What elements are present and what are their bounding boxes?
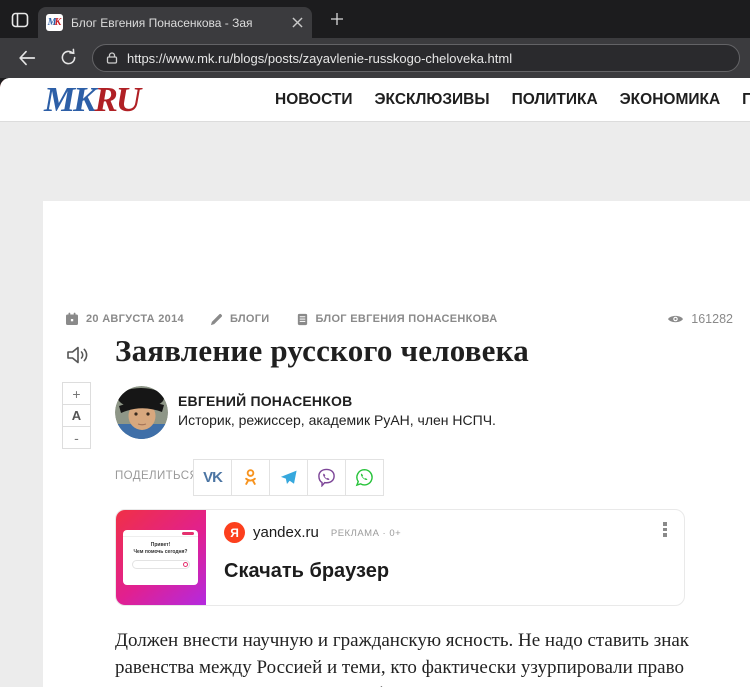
ad-widget-line2: Чем помочь сегодня? bbox=[133, 549, 188, 555]
share-vk-button[interactable]: VK bbox=[193, 459, 232, 496]
address-bar[interactable]: https://www.mk.ru/blogs/posts/zayavlenie… bbox=[92, 44, 740, 72]
tab-title-fade bbox=[264, 7, 288, 38]
new-tab-icon[interactable] bbox=[330, 12, 344, 26]
eye-icon bbox=[668, 315, 684, 323]
mkru-logo[interactable]: MKRU bbox=[44, 80, 141, 120]
nav-item-cut[interactable]: П bbox=[742, 91, 750, 109]
back-icon[interactable] bbox=[16, 47, 38, 69]
nav-item-economy[interactable]: ЭКОНОМИКА bbox=[620, 91, 721, 109]
author-bio: Историк, режиссер, академик РуАН, член Н… bbox=[178, 412, 496, 428]
tab-actions-icon[interactable] bbox=[10, 10, 30, 30]
section-link[interactable]: БЛОГИ bbox=[230, 313, 270, 325]
nav-item-exclusives[interactable]: ЭКСКЛЮЗИВЫ bbox=[375, 91, 490, 109]
speaker-icon[interactable] bbox=[65, 343, 91, 369]
share-telegram-button[interactable] bbox=[269, 459, 308, 496]
nav-item-news[interactable]: НОВОСТИ bbox=[275, 91, 353, 109]
ad-title[interactable]: Скачать браузер bbox=[224, 560, 670, 583]
share-viber-button[interactable] bbox=[307, 459, 346, 496]
url-text[interactable]: https://www.mk.ru/blogs/posts/zayavlenie… bbox=[127, 51, 512, 66]
share-odnoklassniki-button[interactable] bbox=[231, 459, 270, 496]
browser-tab-bar: МК Блог Евгения Понасенкова - Зая bbox=[0, 0, 750, 38]
author-name[interactable]: ЕВГЕНИЙ ПОНАСЕНКОВ bbox=[178, 393, 352, 409]
browser-toolbar: https://www.mk.ru/blogs/posts/zayavlenie… bbox=[0, 38, 750, 78]
tab-close-icon[interactable] bbox=[291, 16, 304, 29]
ad-widget-searchbox bbox=[131, 560, 190, 569]
article-card: 20 АВГУСТА 2014 БЛОГИ БЛОГ ЕВГЕНИЯ ПОНАС… bbox=[43, 201, 750, 687]
odnoklassniki-icon bbox=[245, 469, 256, 485]
pencil-icon bbox=[210, 313, 222, 325]
font-size-controls: + A - bbox=[62, 382, 91, 449]
share-whatsapp-button[interactable] bbox=[345, 459, 384, 496]
ad-widget-line1: Привет! bbox=[150, 542, 171, 548]
article-title: Заявление русского человека bbox=[115, 333, 529, 368]
reload-icon[interactable] bbox=[58, 47, 80, 69]
ad-image[interactable]: Привет! Чем помочь сегодня? bbox=[116, 510, 206, 605]
font-letter-button[interactable]: A bbox=[62, 404, 91, 427]
whatsapp-icon bbox=[355, 468, 373, 487]
vk-icon: VK bbox=[203, 469, 223, 486]
ad-menu-kebab-icon[interactable] bbox=[659, 522, 671, 538]
blog-doc-icon bbox=[297, 313, 307, 325]
share-buttons: VK bbox=[193, 459, 384, 496]
yandex-icon: Я bbox=[224, 522, 245, 543]
ad-browser-preview: Привет! Чем помочь сегодня? bbox=[123, 530, 198, 585]
mk-favicon-icon: МК bbox=[46, 14, 63, 31]
web-page: MKRU НОВОСТИ ЭКСКЛЮЗИВЫ ПОЛИТИКА ЭКОНОМИ… bbox=[0, 78, 750, 687]
nav-item-politics[interactable]: ПОЛИТИКА bbox=[512, 91, 598, 109]
views-count: 161282 bbox=[691, 312, 733, 326]
tab-title: Блог Евгения Понасенкова - Зая bbox=[71, 15, 253, 30]
ad-body: Я yandex.ru РЕКЛАМА · 0+ Скачать браузер bbox=[206, 510, 684, 605]
article-meta: 20 АВГУСТА 2014 БЛОГИ БЛОГ ЕВГЕНИЯ ПОНАС… bbox=[65, 312, 497, 326]
font-increase-button[interactable]: + bbox=[62, 382, 91, 405]
share-label: ПОДЕЛИТЬСЯ bbox=[115, 470, 199, 482]
font-decrease-button[interactable]: - bbox=[62, 426, 91, 449]
yandex-ad-card[interactable]: Привет! Чем помочь сегодня? Я yandex.ru … bbox=[115, 509, 685, 606]
viber-icon bbox=[318, 468, 335, 487]
main-navigation: НОВОСТИ ЭКСКЛЮЗИВЫ ПОЛИТИКА ЭКОНОМИКА П bbox=[275, 78, 750, 121]
ad-site[interactable]: yandex.ru bbox=[253, 524, 319, 541]
views-counter: 161282 bbox=[667, 312, 733, 326]
ad-disclaimer: РЕКЛАМА · 0+ bbox=[330, 528, 402, 539]
article-date: 20 АВГУСТА 2014 bbox=[86, 313, 184, 325]
author-avatar[interactable] bbox=[115, 386, 168, 439]
browser-tab[interactable]: МК Блог Евгения Понасенкова - Зая bbox=[38, 7, 312, 38]
telegram-icon bbox=[280, 470, 297, 484]
calendar-icon bbox=[66, 312, 78, 325]
lock-icon[interactable] bbox=[105, 51, 119, 65]
site-header: MKRU НОВОСТИ ЭКСКЛЮЗИВЫ ПОЛИТИКА ЭКОНОМИ… bbox=[0, 78, 750, 122]
article-body: Должен внести научную и гражданскую ясно… bbox=[115, 630, 690, 687]
blog-link[interactable]: БЛОГ ЕВГЕНИЯ ПОНАСЕНКОВА bbox=[316, 313, 498, 325]
